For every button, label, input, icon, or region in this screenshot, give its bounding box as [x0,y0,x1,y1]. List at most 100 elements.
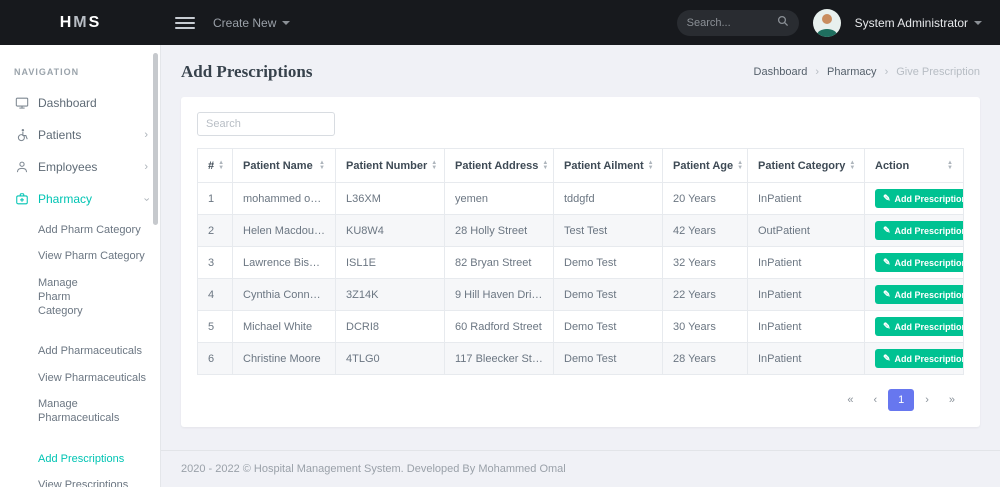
user-avatar[interactable] [812,8,841,37]
sidebar-item-dashboard[interactable]: Dashboard [0,87,160,119]
table-row: 5 Michael White DCRI8 60 Radford Street … [197,310,964,343]
pharmacy-icon [14,192,29,206]
navbar-search [676,9,799,36]
navbar-search-input[interactable] [686,16,775,29]
pencil-icon: ✎ [883,225,891,235]
sidebar-subitem-manage-pharm-category[interactable]: Manage Pharm Category [0,270,120,325]
col-header-action[interactable]: Action ▲ ▼ [864,148,964,183]
patients-table: # ▲ ▼ Patient Name ▲ ▼ Patient Number ▲ ▼ Pati… [197,148,964,375]
pagination-next[interactable]: › [916,389,938,411]
cell-patient-number: DCRI8 [335,310,445,343]
sort-icon: ▲ ▼ [218,159,225,171]
cell-patient-number: KU8W4 [335,214,445,247]
cell-patient-category: InPatient [747,246,865,279]
chevron-right-icon: › [884,66,889,78]
create-new-dropdown[interactable]: Create New [213,15,291,30]
pagination-last[interactable]: » [940,389,964,411]
chevron-right-icon: › [815,66,820,78]
cell-patient-name: Michael White [232,310,336,343]
app-logo[interactable]: HMS [60,14,102,32]
sort-icon: ▲ ▼ [431,159,438,171]
cell-patient-ailment: tddgfd [553,182,663,215]
cell-patient-name: mohammed omiar [232,182,336,215]
sidebar-subitem-manage-pharmaceuticals[interactable]: Manage Pharmaceuticals [0,391,119,432]
sidebar-subitem-view-prescriptions[interactable]: View Prescriptions [0,472,160,487]
pagination-prev[interactable]: ‹ [865,389,887,411]
add-prescription-button[interactable]: ✎ Add Prescription [875,221,963,240]
cell-patient-age: 32 Years [662,246,748,279]
pencil-icon: ✎ [883,353,891,363]
search-icon[interactable] [777,15,789,30]
chevron-right-icon: › [144,128,148,141]
breadcrumb: Dashboard › Pharmacy › Give Prescription [754,66,980,78]
col-header-patient-age[interactable]: Patient Age ▲ ▼ [662,148,748,183]
cell-patient-age: 28 Years [662,342,748,375]
col-header-patient-category[interactable]: Patient Category ▲ ▼ [747,148,865,183]
sort-icon: ▲ ▼ [849,159,856,171]
table-row: 1 mohammed omiar L36XM yemen tddgfd 20 Y… [197,182,964,215]
page-title: Add Prescriptions [181,62,313,81]
pencil-icon: ✎ [883,193,891,203]
col-header-patient-number[interactable]: Patient Number ▲ ▼ [335,148,445,183]
wheelchair-icon [14,128,29,142]
col-header-patient-ailment[interactable]: Patient Ailment ▲ ▼ [553,148,663,183]
add-prescription-button[interactable]: ✎ Add Prescription [875,253,963,272]
cell-patient-name: Lawrence Bischof [232,246,336,279]
sidebar-subitem-add-pharm-category[interactable]: Add Pharm Category [0,217,160,243]
sidebar-item-pharmacy[interactable]: Pharmacy › [0,183,160,215]
breadcrumb-dashboard[interactable]: Dashboard [754,66,808,78]
sidebar-subitem-add-pharmaceuticals[interactable]: Add Pharmaceuticals [0,338,160,364]
add-prescription-button[interactable]: ✎ Add Prescription [875,285,963,304]
add-prescription-button[interactable]: ✎ Add Prescription [875,189,963,208]
sidebar-item-label: Patients [38,128,82,142]
cell-patient-number: ISL1E [335,246,445,279]
cell-patient-number: 3Z14K [335,278,445,311]
cell-patient-age: 20 Years [662,182,748,215]
chevron-down-icon: › [140,197,153,201]
sidebar-subitem-add-prescriptions[interactable]: Add Prescriptions [0,446,160,472]
add-prescription-button[interactable]: ✎ Add Prescription [875,317,963,336]
pagination: « ‹ 1 › » [197,389,964,411]
cell-index: 2 [197,214,233,247]
pagination-first[interactable]: « [838,389,862,411]
cell-action: ✎ Add Prescription [864,182,964,215]
cell-index: 4 [197,278,233,311]
user-menu[interactable]: System Administrator [855,16,982,30]
sidebar-section-label: NAVIGATION [14,67,80,77]
col-header-index[interactable]: # ▲ ▼ [197,148,233,183]
pharmacy-submenu: Add Pharm Category View Pharm Category M… [0,215,160,487]
cell-patient-ailment: Demo Test [553,278,663,311]
sidebar-subitem-view-pharmaceuticals[interactable]: View Pharmaceuticals [0,365,160,391]
sidebar-item-patients[interactable]: Patients › [0,119,160,151]
create-new-label: Create New [213,15,277,30]
sidebar-subitem-view-pharm-category[interactable]: View Pharm Category [0,243,160,269]
add-prescription-button[interactable]: ✎ Add Prescription [875,349,963,368]
col-header-patient-address[interactable]: Patient Address ▲ ▼ [444,148,554,183]
col-header-patient-name[interactable]: Patient Name ▲ ▼ [232,148,336,183]
breadcrumb-current: Give Prescription [896,66,980,78]
pencil-icon: ✎ [883,321,891,331]
table-search-input[interactable] [197,112,335,136]
sidebar-item-employees[interactable]: Employees › [0,151,160,183]
cell-patient-category: InPatient [747,278,865,311]
cell-patient-age: 22 Years [662,278,748,311]
pagination-page-1[interactable]: 1 [888,389,915,411]
dashboard-icon [14,96,29,110]
cell-patient-address: yemen [444,182,554,215]
cell-patient-ailment: Test Test [553,214,663,247]
menu-toggle-icon[interactable] [175,16,195,29]
cell-patient-ailment: Demo Test [553,246,663,279]
cell-patient-age: 42 Years [662,214,748,247]
chevron-right-icon: › [144,160,148,173]
logo-zone: HMS [0,14,161,32]
chevron-down-icon [974,20,982,25]
cell-patient-address: 28 Holly Street [444,214,554,247]
person-icon [14,160,29,174]
cell-patient-address: 82 Bryan Street [444,246,554,279]
breadcrumb-pharmacy[interactable]: Pharmacy [827,66,877,78]
table-header-row: # ▲ ▼ Patient Name ▲ ▼ Patient Number ▲ ▼ Pati… [197,148,964,183]
user-name-label: System Administrator [854,15,968,30]
navbar-right: System Administrator [676,8,1000,37]
sidebar-scrollbar[interactable] [153,53,158,225]
top-navbar: HMS Create New System Administrator [0,0,1000,45]
